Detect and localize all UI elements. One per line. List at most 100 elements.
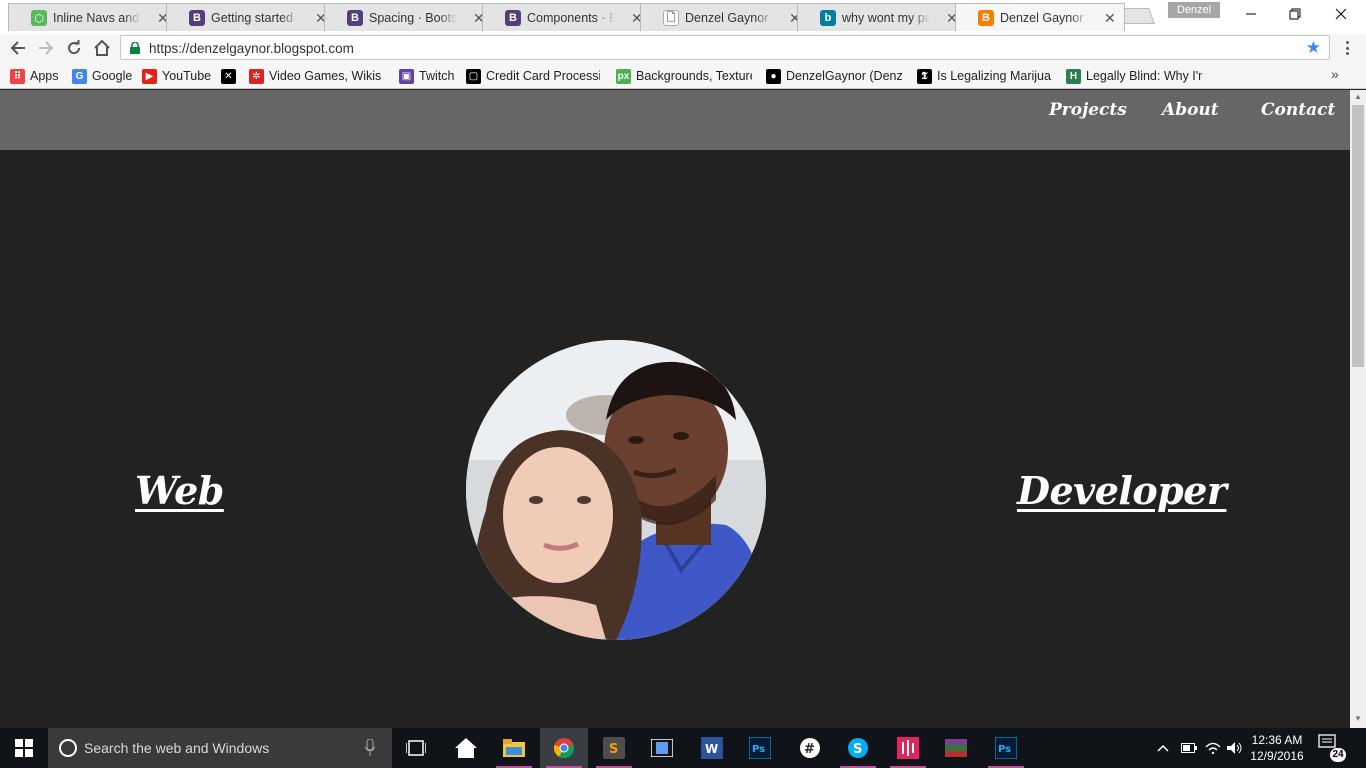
github-icon: ●: [766, 68, 781, 84]
x-icon: ✕: [221, 68, 236, 84]
back-button[interactable]: [7, 38, 29, 58]
close-icon: [1335, 8, 1347, 20]
task-view-button[interactable]: [392, 728, 440, 768]
bookmark-label: Twitch: [419, 69, 455, 83]
profile-button[interactable]: Denzel: [1168, 2, 1220, 18]
reload-button[interactable]: [63, 38, 85, 58]
bookmark-item[interactable]: px Backgrounds, Textures: [616, 67, 752, 85]
taskbar-chrome[interactable]: [540, 728, 588, 768]
tab-title: Inline Navs and Dropdowns: [53, 11, 141, 25]
taskbar-movies[interactable]: [638, 728, 686, 768]
close-window-button[interactable]: [1318, 0, 1364, 28]
nav-about-link[interactable]: About: [1162, 100, 1219, 120]
webpage: Projects About Contact Web Developer: [0, 90, 1350, 728]
action-center-button[interactable]: 24: [1318, 734, 1346, 762]
taskbar-winrar[interactable]: [932, 728, 980, 768]
cortana-icon: [59, 739, 77, 757]
microphone-icon[interactable]: [364, 739, 376, 757]
restore-icon: [1289, 8, 1301, 20]
bookmark-item[interactable]: ⠿ Apps: [10, 67, 58, 85]
taskbar-photoshop-2[interactable]: Ps: [982, 728, 1030, 768]
browser-tab[interactable]: BSpacing · Bootstrap✕: [324, 3, 494, 31]
scroll-down-icon[interactable]: ▼: [1350, 714, 1366, 723]
taskbar-music-app[interactable]: [884, 728, 932, 768]
browser-toolbar: https://denzelgaynor.blogspot.com ★: [0, 34, 1366, 62]
bookmark-item[interactable]: ● DenzelGaynor (Denzel: [766, 67, 902, 85]
px-icon: px: [616, 68, 631, 84]
browser-tab[interactable]: ⬡Inline Navs and Dropdowns✕: [8, 3, 178, 31]
nav-contact-link[interactable]: Contact: [1261, 100, 1335, 120]
tab-favicon-icon: B: [347, 10, 363, 26]
photoshop-icon: Ps: [749, 737, 771, 759]
lock-icon: [130, 42, 140, 54]
restore-button[interactable]: [1272, 0, 1318, 28]
bookmark-item[interactable]: G Google: [72, 67, 134, 85]
bookmark-item[interactable]: H Legally Blind: Why I'm: [1066, 67, 1202, 85]
tab-close-icon[interactable]: ✕: [1104, 10, 1116, 27]
bookmark-item[interactable]: ▢ Credit Card Processing: [466, 67, 600, 85]
bookmark-label: Legally Blind: Why I'm: [1086, 69, 1202, 83]
bookmark-item[interactable]: ▶ YouTube: [142, 67, 212, 85]
task-view-icon: [406, 740, 426, 756]
tab-favicon-icon: b: [820, 10, 836, 26]
page-scrollbar[interactable]: ▲ ▼: [1350, 90, 1366, 728]
svg-text:Ps: Ps: [998, 744, 1011, 755]
home-button[interactable]: [91, 38, 113, 58]
bookmark-item[interactable]: ▣ Twitch: [399, 67, 455, 85]
forward-button[interactable]: [35, 38, 57, 58]
clock-date: 12/9/2016: [1250, 749, 1304, 763]
taskbar-file-explorer[interactable]: [490, 728, 538, 768]
film-icon: [651, 739, 673, 757]
taskbar-word[interactable]: W: [688, 728, 736, 768]
nav-projects-link[interactable]: Projects: [1049, 100, 1127, 120]
gear-red-icon: ✲: [249, 68, 264, 84]
bookmark-item[interactable]: 𝕿 Is Legalizing Marijuana: [917, 67, 1051, 85]
browser-tab[interactable]: BGetting started · Bootstrap✕: [166, 3, 336, 31]
browser-tab[interactable]: B Denzel Gaynor | Denzel ✕: [955, 3, 1125, 31]
bookmarks-overflow-icon[interactable]: »: [1331, 66, 1339, 82]
portrait-illustration: [466, 340, 766, 640]
word-icon: W: [701, 737, 723, 759]
chrome-icon: [553, 738, 575, 759]
photoshop-icon: Ps: [995, 737, 1017, 759]
browser-tab[interactable]: 🗋Denzel Gaynor | Denzel✕: [640, 3, 810, 31]
reload-icon: [68, 40, 81, 55]
taskbar-search-box[interactable]: Search the web and Windows: [48, 728, 392, 768]
bookmark-item[interactable]: ✲ Video Games, Wikis, Cheats: [249, 67, 381, 85]
tab-title: Getting started · Bootstrap: [211, 11, 299, 25]
chrome-menu-button[interactable]: [1340, 39, 1354, 57]
battery-status[interactable]: [1178, 728, 1200, 768]
notification-count-badge: 24: [1330, 748, 1346, 762]
bookmark-label: Is Legalizing Marijuana: [937, 69, 1051, 83]
svg-text:#: #: [804, 742, 815, 757]
youtube-icon: ▶: [142, 68, 157, 84]
start-button[interactable]: [0, 728, 48, 768]
bookmark-label: Video Games, Wikis, Cheats: [269, 69, 381, 83]
nyt-icon: 𝕿: [917, 68, 932, 84]
tab-title: Denzel Gaynor | Denzel: [685, 11, 773, 25]
bookmark-item[interactable]: ✕: [221, 67, 237, 85]
address-bar[interactable]: https://denzelgaynor.blogspot.com ★: [120, 35, 1330, 60]
browser-tab[interactable]: bwhy wont my padding✕: [797, 3, 967, 31]
browser-tab[interactable]: BComponents · Bootstrap✕: [482, 3, 652, 31]
music-bars-icon: [897, 737, 919, 759]
taskbar-skype[interactable]: S: [834, 728, 882, 768]
system-clock[interactable]: 12:36 AM 12/9/2016: [1246, 732, 1308, 764]
folder-icon: [503, 739, 525, 757]
svg-text:Ps: Ps: [752, 744, 765, 755]
taskbar-sublime[interactable]: S: [590, 728, 638, 768]
taskbar-photoshop-1[interactable]: Ps: [736, 728, 784, 768]
scroll-up-icon[interactable]: ▲: [1350, 92, 1366, 101]
bookmark-star-icon[interactable]: ★: [1306, 38, 1321, 58]
show-hidden-icons-button[interactable]: [1152, 728, 1174, 768]
wifi-status[interactable]: [1202, 728, 1224, 768]
scroll-thumb[interactable]: [1352, 105, 1364, 367]
hero-word-web[interactable]: Web: [135, 468, 224, 513]
hero-word-developer[interactable]: Developer: [1017, 468, 1227, 513]
tab-favicon-icon: B: [505, 10, 521, 26]
minimize-button[interactable]: [1228, 0, 1274, 28]
arrow-left-icon: [10, 41, 25, 55]
taskbar-slack[interactable]: #: [786, 728, 834, 768]
taskbar-home-app[interactable]: [442, 728, 490, 768]
volume-control[interactable]: [1224, 728, 1246, 768]
